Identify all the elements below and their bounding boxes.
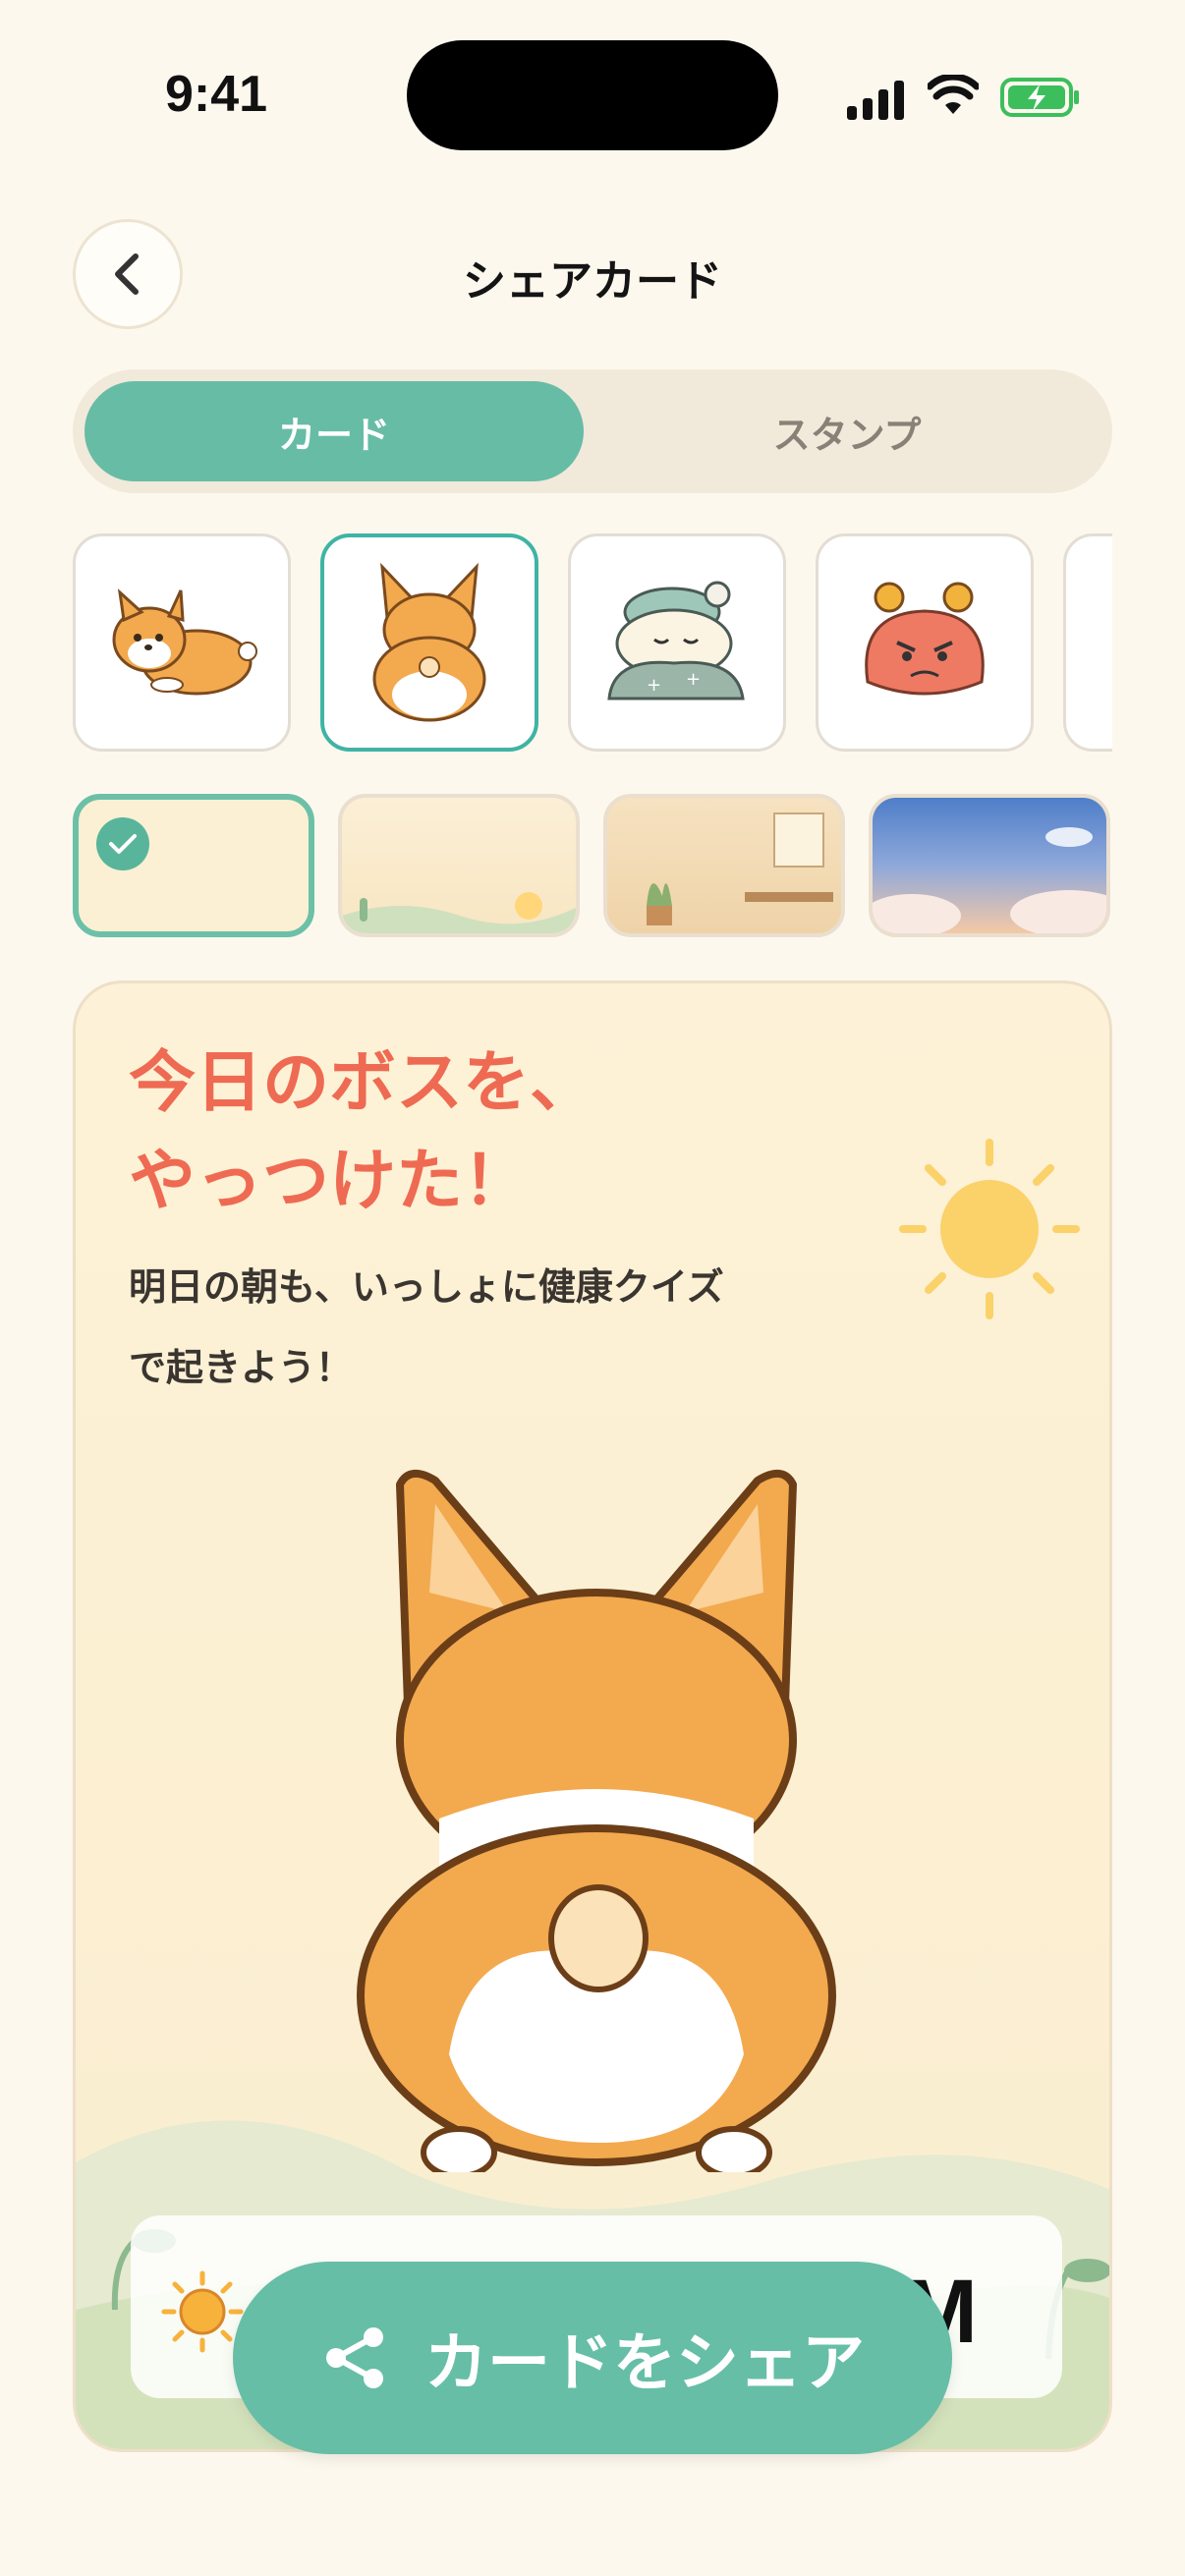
share-button-label: カードをシェア bbox=[424, 2327, 865, 2400]
sticker-sleepy-blanket[interactable]: + + bbox=[568, 533, 786, 752]
sun-icon bbox=[899, 1139, 1080, 1319]
sticker-partial[interactable] bbox=[1063, 533, 1112, 752]
card-headline-line1: 今日のボスを、 bbox=[129, 1044, 597, 1122]
card-subtext-line2: で起きよう！ bbox=[129, 1346, 354, 1389]
share-card-preview: 今日のボスを、 やっつけた！ 明日の朝も、いっしょに健康クイズ で起きよう！ bbox=[73, 980, 1112, 2452]
small-sun-icon bbox=[161, 2270, 244, 2353]
sticker-corgi-lying[interactable] bbox=[73, 533, 291, 752]
tab-stamp[interactable]: スタンプ bbox=[593, 381, 1100, 481]
card-subtext: 明日の朝も、いっしょに健康クイズ で起きよう！ bbox=[129, 1247, 895, 1408]
background-picker bbox=[73, 794, 1112, 939]
status-bar: 9:41 bbox=[0, 0, 1185, 187]
page-title: シェアカード bbox=[463, 256, 722, 307]
card-headline-line2: やっつけた！ bbox=[129, 1143, 531, 1220]
background-sky-clouds[interactable] bbox=[869, 794, 1110, 937]
background-sunrise-hills[interactable] bbox=[338, 794, 580, 937]
cellular-signal-icon bbox=[847, 81, 904, 120]
svg-text:+: + bbox=[686, 669, 701, 690]
status-time: 9:41 bbox=[165, 66, 268, 123]
checkmark-icon bbox=[96, 817, 149, 870]
sky-clouds-icon bbox=[873, 827, 1106, 933]
sticker-corgi-back[interactable] bbox=[320, 533, 538, 752]
sleepy-blanket-icon: + + bbox=[607, 581, 745, 700]
card-subtext-line1: 明日の朝も、いっしょに健康クイズ bbox=[129, 1265, 724, 1309]
corgi-lying-icon bbox=[112, 588, 257, 696]
background-sunny-room[interactable] bbox=[603, 794, 845, 937]
sunny-room-icon bbox=[647, 812, 833, 925]
corgi-back-icon bbox=[372, 562, 486, 722]
angry-alarm-clock-icon bbox=[865, 582, 985, 696]
wifi-icon bbox=[928, 75, 979, 114]
corgi-back-illustration bbox=[357, 1470, 836, 2172]
background-plain-cream[interactable] bbox=[73, 794, 314, 937]
share-icon bbox=[326, 2327, 383, 2388]
svg-text:+: + bbox=[647, 675, 661, 696]
battery-charging-icon bbox=[1000, 78, 1079, 117]
tab-card[interactable]: カード bbox=[85, 381, 584, 481]
card-headline: 今日のボスを、 やっつけた！ bbox=[129, 1035, 817, 1231]
share-card-button[interactable]: カードをシェア bbox=[233, 2262, 952, 2454]
sticker-picker: + + bbox=[73, 533, 1112, 754]
mode-segmented-control: カード スタンプ bbox=[73, 369, 1112, 493]
sticker-angry-alarm-clock[interactable] bbox=[816, 533, 1034, 752]
sunrise-hills-icon bbox=[342, 892, 576, 933]
dynamic-island bbox=[407, 40, 778, 150]
